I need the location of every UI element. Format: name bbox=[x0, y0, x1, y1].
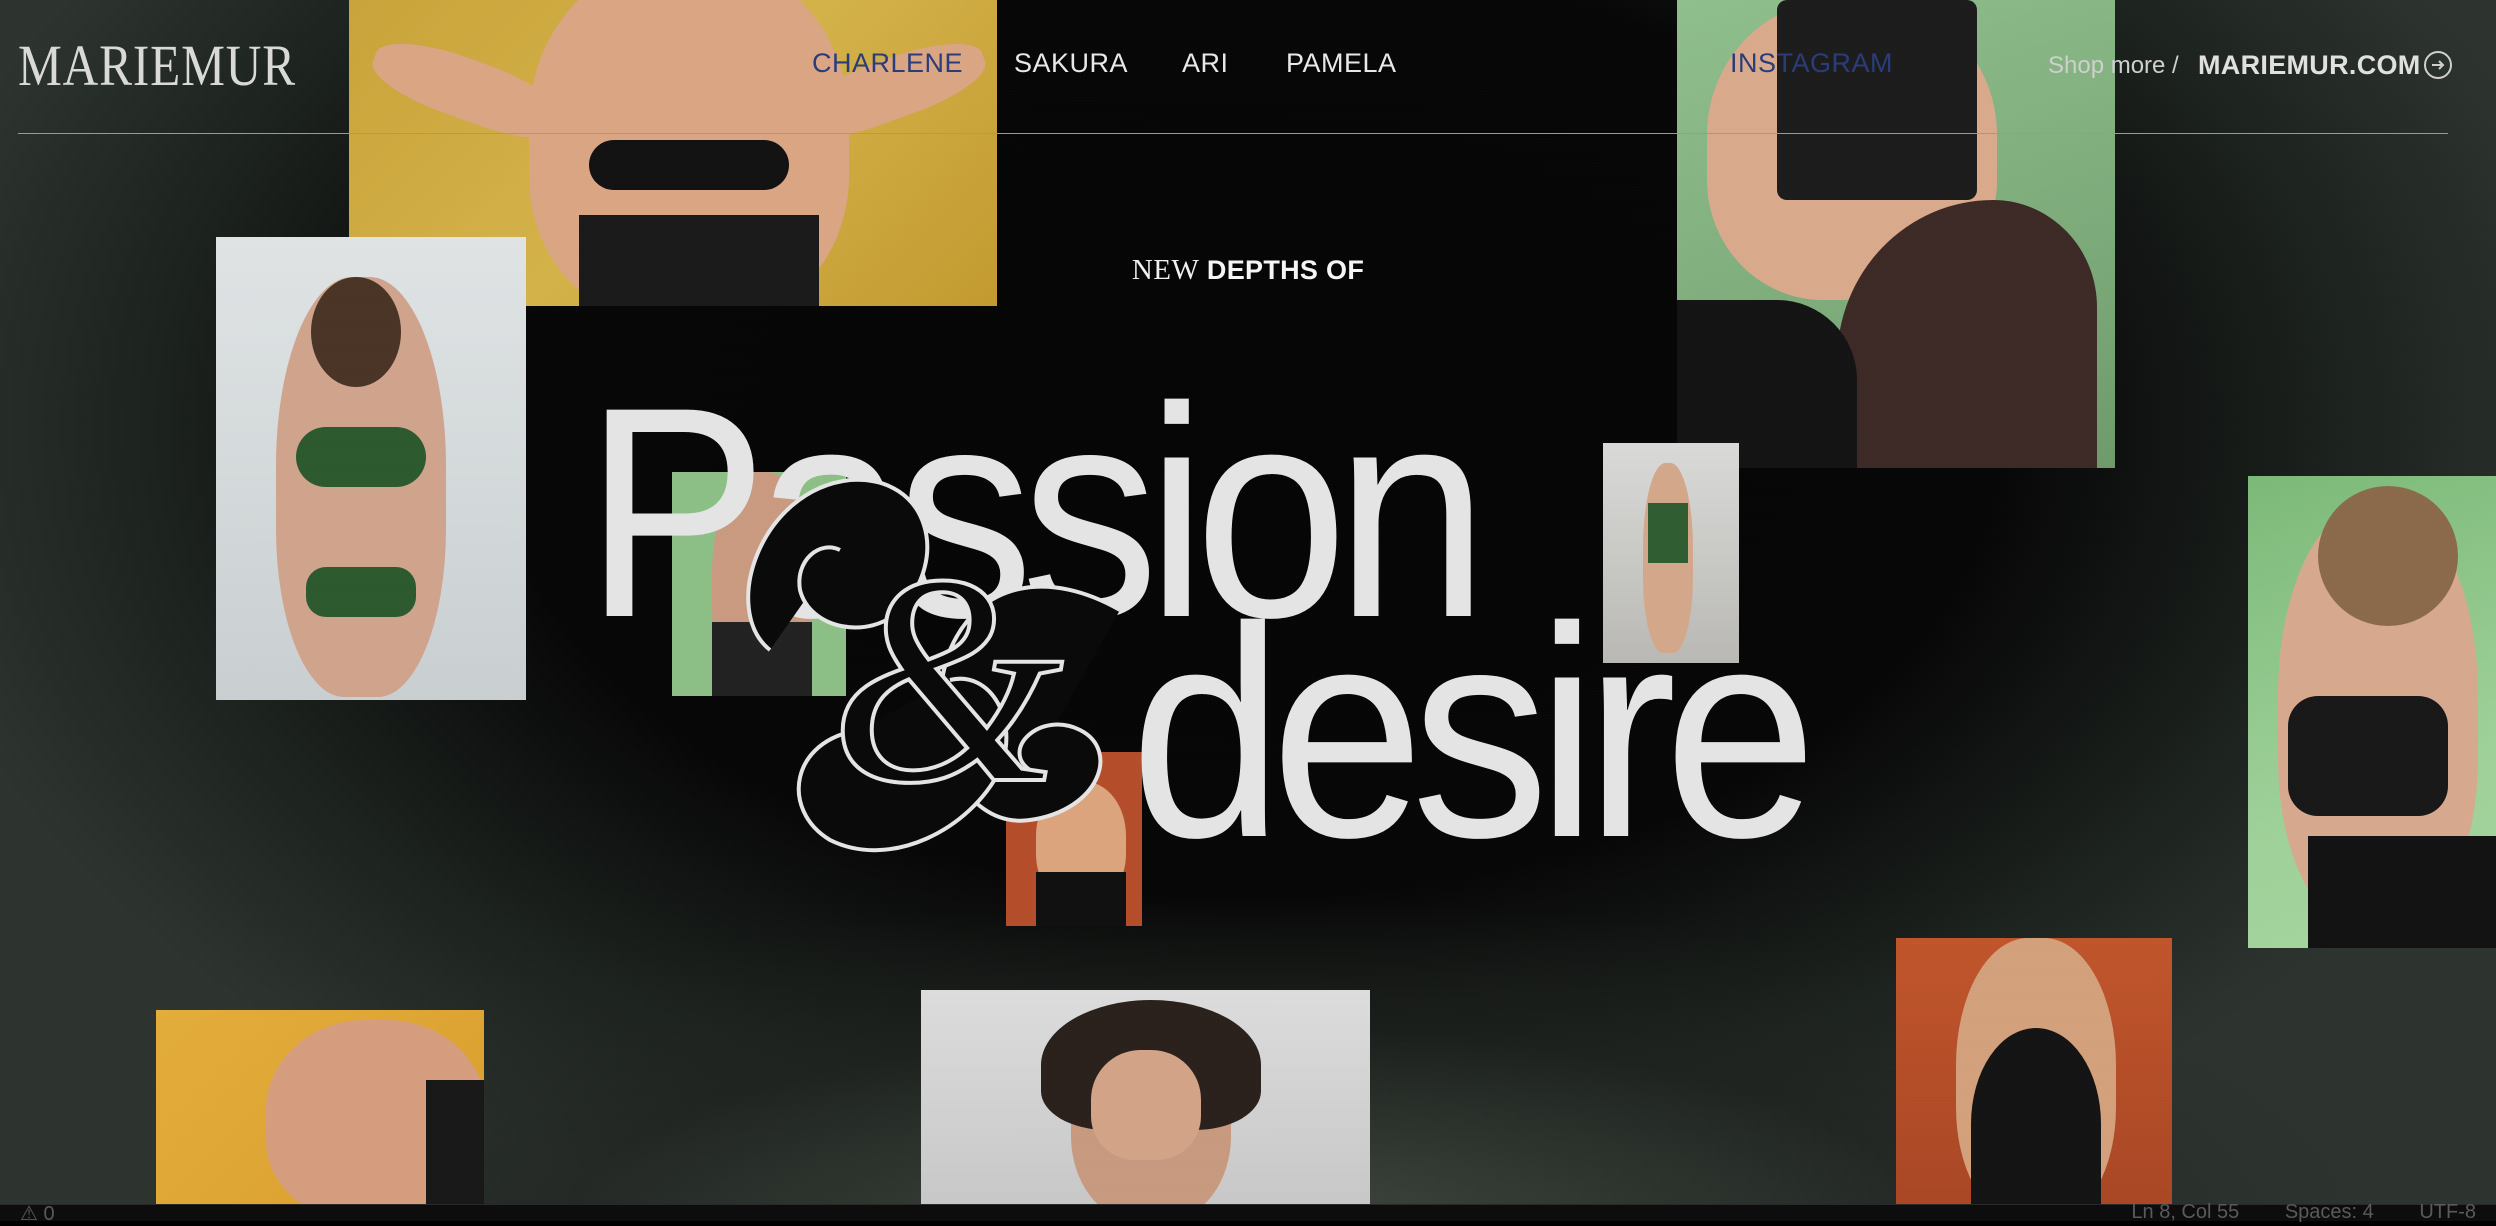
status-bar: ⚠ 0 Ln 8, Col 55 Spaces: 4 UTF-8 bbox=[0, 1201, 2496, 1225]
photo-green-right bbox=[2248, 476, 2496, 948]
instagram-link[interactable]: INSTAGRAM bbox=[1730, 48, 1893, 79]
hero-eyebrow: NEW DEPTHS OF bbox=[0, 254, 2496, 287]
link-separator: / bbox=[2172, 52, 2179, 79]
photo-grey-bottom bbox=[921, 990, 1370, 1220]
arrow-right-circle-icon[interactable] bbox=[2424, 51, 2452, 79]
brand-logo[interactable]: MARIEMUR bbox=[18, 32, 296, 99]
ampersand-script-overlay: & bbox=[746, 477, 1121, 853]
site-domain-link[interactable]: MARIEMUR.COM bbox=[2198, 50, 2421, 81]
site-header: MARIEMUR CHARLENE SAKURA ARI PAMELA INST… bbox=[0, 0, 2496, 135]
headline-line-2: desire bbox=[1130, 564, 1817, 900]
photo-orange-bottom-right bbox=[1896, 938, 2172, 1220]
nav-item-sakura[interactable]: SAKURA bbox=[1014, 48, 1128, 79]
eyebrow-bold-words: DEPTHS OF bbox=[1206, 255, 1365, 285]
header-divider bbox=[18, 133, 2448, 134]
nav-item-charlene[interactable]: CHARLENE bbox=[812, 48, 963, 79]
photo-yellow-bottom-left bbox=[156, 1010, 484, 1220]
photo-green-harness-left bbox=[216, 237, 526, 700]
status-warnings[interactable]: ⚠ 0 bbox=[20, 1201, 55, 1226]
ampersand-glyph: & bbox=[830, 513, 1064, 845]
shop-more-link[interactable]: Shop more bbox=[2048, 52, 2165, 80]
nav-item-ari[interactable]: ARI bbox=[1182, 48, 1229, 79]
eyebrow-serif-word: NEW bbox=[1131, 254, 1200, 286]
nav-item-pamela[interactable]: PAMELA bbox=[1286, 48, 1397, 79]
status-right-group: Ln 8, Col 55 Spaces: 4 UTF-8 bbox=[2091, 1201, 2476, 1224]
